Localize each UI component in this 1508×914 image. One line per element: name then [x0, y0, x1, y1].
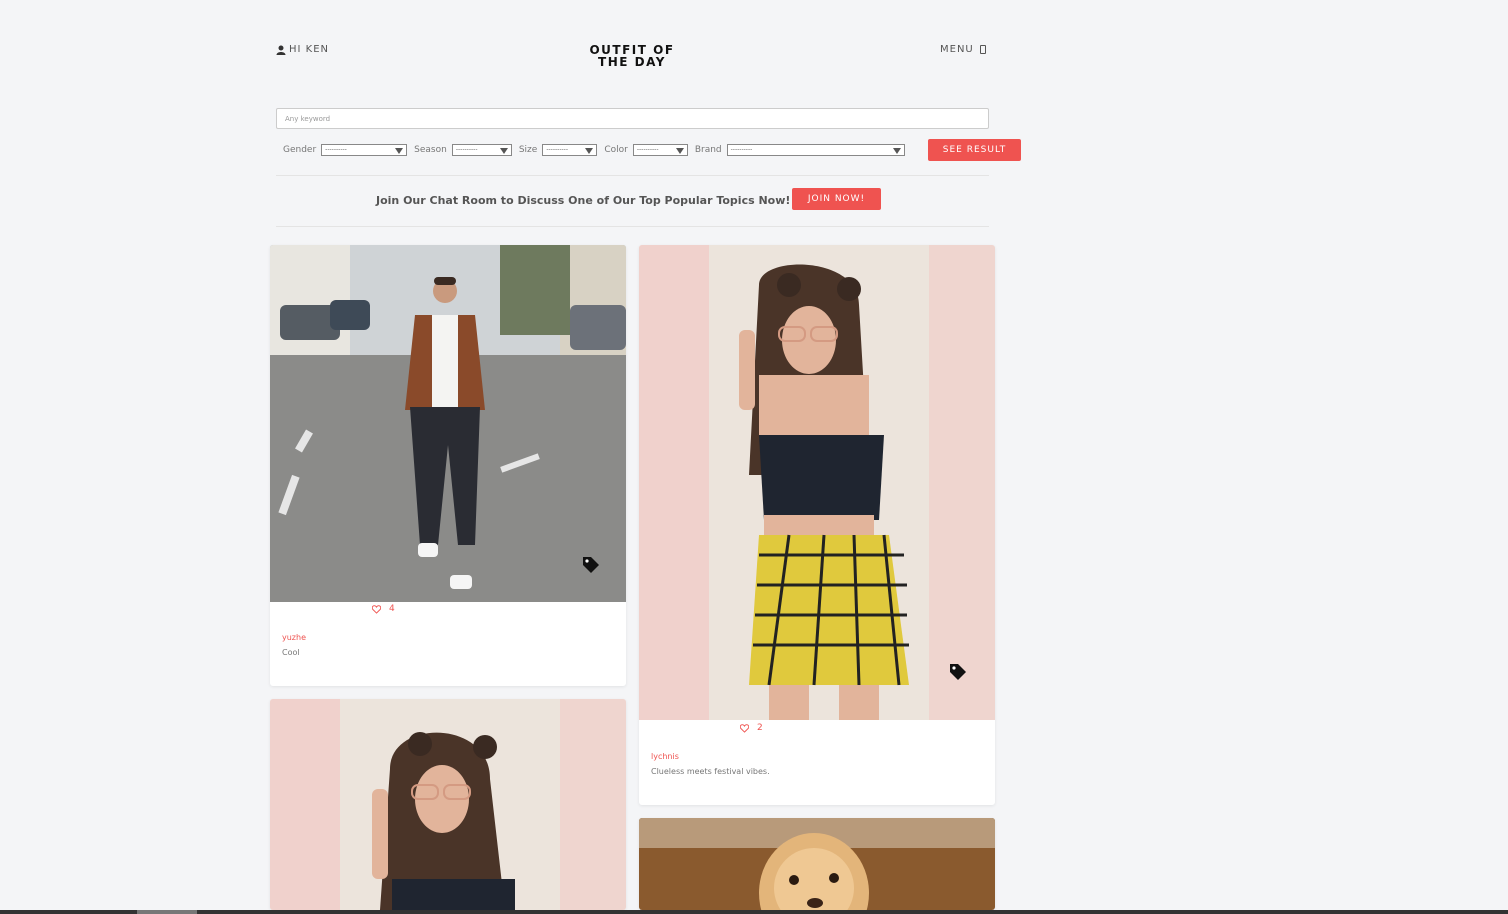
divider-top	[276, 175, 989, 176]
post-caption: Cool	[282, 648, 300, 657]
gender-select[interactable]: ----------	[321, 144, 408, 156]
filter-bar: Gender ---------- Season ---------- Size…	[283, 143, 912, 157]
user-greeting[interactable]: HI KEN	[276, 44, 329, 55]
post-caption: Clueless meets festival vibes.	[651, 767, 770, 776]
site-logo[interactable]: OUTFIT OF THE DAY	[560, 44, 704, 68]
post-photo[interactable]	[639, 818, 995, 910]
heart-icon[interactable]	[372, 604, 381, 614]
see-result-button[interactable]: SEE RESULT	[928, 139, 1021, 161]
post-photo[interactable]	[270, 699, 626, 910]
post-photo[interactable]	[270, 245, 626, 602]
brand-label: Brand	[694, 145, 722, 155]
scroll-thumb[interactable]	[137, 910, 197, 914]
bottom-bar	[0, 910, 1508, 914]
season-select[interactable]: ----------	[451, 144, 512, 156]
tag-icon[interactable]	[581, 555, 601, 575]
search-input[interactable]	[276, 108, 989, 129]
season-label: Season	[414, 145, 447, 155]
join-now-button[interactable]: JOIN NOW!	[792, 188, 881, 210]
divider-bottom	[276, 226, 989, 227]
user-icon	[276, 45, 286, 55]
mobile-icon	[979, 45, 986, 54]
tag-icon[interactable]	[948, 662, 968, 682]
post-card[interactable]	[270, 699, 626, 910]
heart-icon[interactable]	[740, 723, 749, 733]
color-select[interactable]: ----------	[632, 144, 688, 156]
color-label: Color	[604, 145, 628, 155]
like-count[interactable]: 2	[740, 723, 763, 733]
brand-select[interactable]: ----------	[726, 144, 905, 156]
chat-promo-text: Join Our Chat Room to Discuss One of Our…	[376, 194, 791, 207]
size-label: Size	[518, 145, 538, 155]
like-count[interactable]: 4	[372, 604, 395, 614]
greeting-text: HI KEN	[289, 44, 330, 55]
top-bar: HI KEN OUTFIT OF THE DAY MENU	[0, 0, 1508, 100]
post-card[interactable]: 2 lychnis Clueless meets festival vibes.	[639, 245, 995, 805]
size-select[interactable]: ----------	[542, 144, 598, 156]
post-card[interactable]: 4 yuzhe Cool	[270, 245, 626, 686]
gender-label: Gender	[283, 145, 317, 155]
like-number: 2	[757, 723, 763, 733]
post-username[interactable]: lychnis	[651, 752, 679, 761]
like-number: 4	[389, 604, 395, 614]
post-card[interactable]	[639, 818, 995, 910]
menu-label: MENU	[940, 44, 974, 55]
post-username[interactable]: yuzhe	[282, 633, 306, 642]
post-photo[interactable]	[639, 245, 995, 720]
menu-button[interactable]: MENU	[940, 44, 986, 55]
